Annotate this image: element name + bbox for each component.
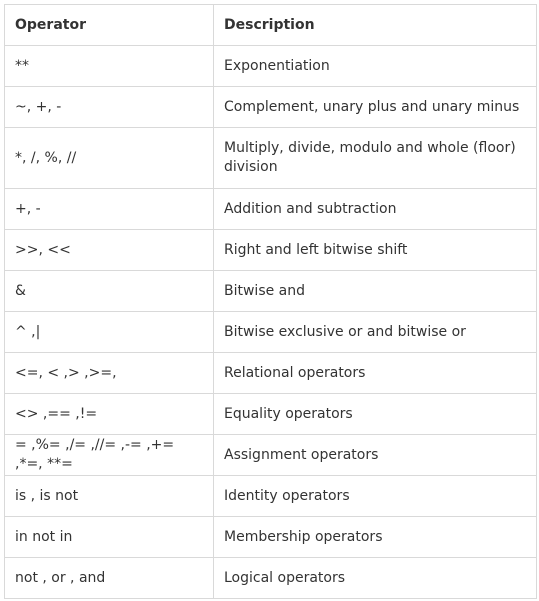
description-cell: Addition and subtraction xyxy=(213,188,537,230)
table-row: >>, << Right and left bitwise shift xyxy=(4,229,537,271)
table-row: in not in Membership operators xyxy=(4,516,537,558)
operator-cell: = ,%= ,/= ,//= ,-= ,+= ,*=, **= xyxy=(4,434,214,476)
description-cell: Equality operators xyxy=(213,393,537,435)
table-row: <=, < ,> ,>=, Relational operators xyxy=(4,352,537,394)
description-cell: Multiply, divide, modulo and whole (floo… xyxy=(213,127,537,189)
description-cell: Complement, unary plus and unary minus xyxy=(213,86,537,128)
operator-cell: in not in xyxy=(4,516,214,558)
operator-cell: ** xyxy=(4,45,214,87)
page: Operator Description ** Exponentiation ~… xyxy=(0,0,539,601)
table-row: & Bitwise and xyxy=(4,270,537,312)
operator-cell: & xyxy=(4,270,214,312)
operator-cell: ^ ,| xyxy=(4,311,214,353)
table-row: <> ,== ,!= Equality operators xyxy=(4,393,537,435)
operator-precedence-table: Operator Description ** Exponentiation ~… xyxy=(4,4,537,599)
operator-cell: *, /, %, // xyxy=(4,127,214,189)
description-cell: Bitwise exclusive or and bitwise or xyxy=(213,311,537,353)
operator-cell: ~, +, - xyxy=(4,86,214,128)
table-row: = ,%= ,/= ,//= ,-= ,+= ,*=, **= Assignme… xyxy=(4,434,537,476)
header-description: Description xyxy=(213,4,537,46)
description-cell: Assignment operators xyxy=(213,434,537,476)
description-cell: Membership operators xyxy=(213,516,537,558)
operator-cell: >>, << xyxy=(4,229,214,271)
table-header-row: Operator Description xyxy=(4,4,537,46)
operator-cell: +, - xyxy=(4,188,214,230)
table-row: ** Exponentiation xyxy=(4,45,537,87)
table-row: ^ ,| Bitwise exclusive or and bitwise or xyxy=(4,311,537,353)
description-cell: Identity operators xyxy=(213,475,537,517)
table-row: not , or , and Logical operators xyxy=(4,557,537,599)
table-row: *, /, %, // Multiply, divide, modulo and… xyxy=(4,127,537,189)
description-cell: Exponentiation xyxy=(213,45,537,87)
operator-cell: is , is not xyxy=(4,475,214,517)
header-operator: Operator xyxy=(4,4,214,46)
table-row: +, - Addition and subtraction xyxy=(4,188,537,230)
table-row: is , is not Identity operators xyxy=(4,475,537,517)
description-cell: Relational operators xyxy=(213,352,537,394)
operator-cell: <> ,== ,!= xyxy=(4,393,214,435)
operator-cell: <=, < ,> ,>=, xyxy=(4,352,214,394)
table-row: ~, +, - Complement, unary plus and unary… xyxy=(4,86,537,128)
description-cell: Bitwise and xyxy=(213,270,537,312)
operator-cell: not , or , and xyxy=(4,557,214,599)
description-cell: Right and left bitwise shift xyxy=(213,229,537,271)
description-cell: Logical operators xyxy=(213,557,537,599)
